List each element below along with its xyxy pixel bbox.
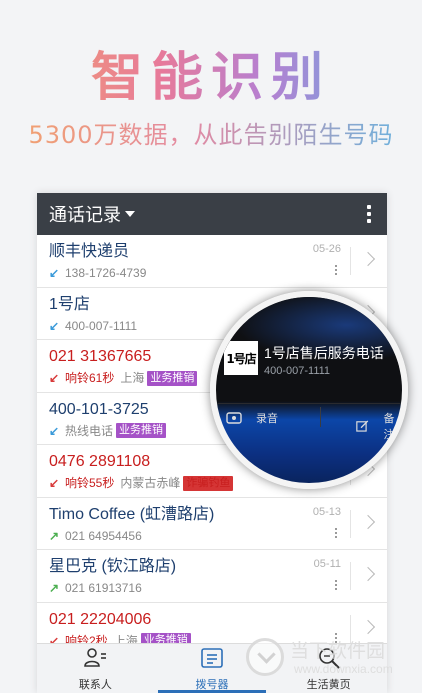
call-detail-text: 021 64954456 [65,528,142,543]
missed-call-icon: ↙ [49,371,60,385]
missed-call-icon: ↙ [49,476,60,490]
record-label: 录音 [256,413,278,425]
hero-title: 智能识别 [0,46,422,110]
call-detail-text: 响铃61秒 [65,371,115,385]
row-menu-icon[interactable] [335,580,337,590]
tab-contacts[interactable]: 联系人 [37,644,154,693]
call-detail-text: 热线电话 [65,423,114,438]
caller-tag-badge: 诈骗钓鱼 [183,475,234,491]
caller-name: 021 22204006 [49,610,152,628]
hero-subtitle: 5300万数据，从此告别陌生号码 [0,118,422,152]
action-divider [320,407,321,427]
download-arrow-icon [246,638,284,676]
watermark-text: 当下软件园 [290,641,386,662]
note-button[interactable]: 备注 [356,410,402,442]
row-menu-icon[interactable] [335,527,337,538]
call-detail-text: 138-1726-4739 [65,266,147,280]
row-divider [350,247,351,275]
incoming-call-icon: ↙ [49,266,60,280]
edit-note-icon [356,420,369,432]
incoming-call-icon: ↙ [49,318,60,333]
record-icon [226,412,242,424]
watermark-url: www.downxia.com [294,662,393,676]
outgoing-call-icon: ↗ [49,528,60,543]
caller-id-number: 400-007-1111 [264,365,331,377]
store-logo: 1号店 [224,341,258,375]
app-bar: 通话记录 [37,193,387,235]
note-label: 备注 [383,413,395,441]
call-date: 05-11 [313,558,341,570]
call-log-row[interactable]: Timo Coffee (虹漕路店) ↗ 021 64954456 05-13 [37,498,387,550]
caller-location: 内蒙古赤峰 [120,476,181,490]
row-menu-icon[interactable] [335,265,337,275]
caller-tag-badge: 业务推销 [147,370,198,386]
row-divider [350,509,351,538]
tab-label: 联系人 [78,679,112,691]
incoming-call-icon: ↙ [49,423,60,438]
call-log-dropdown[interactable]: 通话记录 [49,201,121,227]
call-date: 05-26 [312,243,341,255]
caller-location: 上海 [120,371,145,385]
caller-tag-badge: 业务推销 [116,423,167,438]
watermark: 当下软件园 www.downxia.com [246,636,416,686]
caller-actions: 录音 备注 [216,403,402,441]
call-date: 05-13 [312,505,341,518]
magnifier-overlay: 1号店 1号店售后服务电话 400-007-1111 录音 备注 [210,291,408,489]
call-detail-text: 响铃55秒 [65,476,115,490]
row-divider [350,562,351,590]
call-detail-text: 400-007-1111 [65,318,138,333]
dropdown-caret-icon[interactable] [125,211,135,217]
caller-id-name: 1号店售后服务电话 [264,345,384,361]
contacts-icon [82,645,108,676]
dialer-icon [199,645,225,676]
overflow-menu-icon[interactable] [361,201,377,227]
call-log-row[interactable]: 顺丰快递员 ↙ 138-1726-4739 05-26 [37,235,387,288]
call-log-row[interactable]: 星巴克 (钦江路店) ↗ 021 61913716 05-11 [37,550,387,603]
tab-label: 拨号器 [195,679,229,691]
call-detail-text: 021 61913716 [65,581,142,595]
outgoing-call-icon: ↗ [49,581,60,595]
record-button[interactable]: 录音 [226,410,278,426]
